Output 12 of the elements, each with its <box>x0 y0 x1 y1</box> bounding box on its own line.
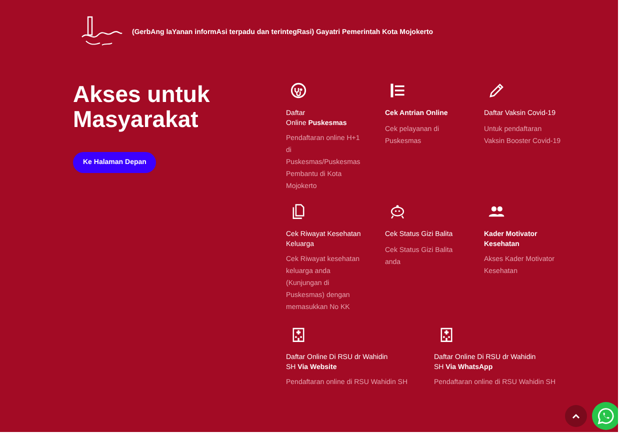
pencil-icon <box>488 82 505 99</box>
list-icon <box>389 82 406 99</box>
whatsapp-button[interactable] <box>592 402 618 430</box>
hero-heading: Akses untuk Masyarakat <box>73 82 211 132</box>
stethoscope-icon <box>290 82 307 99</box>
whatsapp-icon <box>597 407 615 425</box>
hospital-icon <box>290 326 307 343</box>
chevron-up-icon <box>571 411 581 421</box>
scroll-top-button[interactable] <box>565 405 587 427</box>
baby-icon <box>389 203 406 220</box>
hospital-icon <box>438 326 455 343</box>
document-icon <box>290 203 307 220</box>
